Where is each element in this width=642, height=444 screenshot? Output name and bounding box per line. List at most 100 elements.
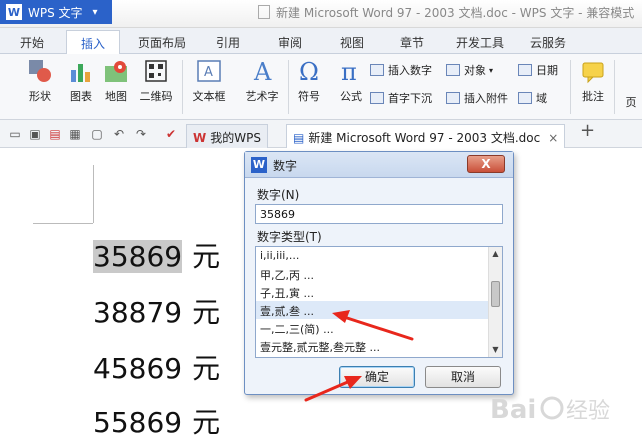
- field-label: 域: [536, 92, 547, 105]
- ok-button[interactable]: 确定: [339, 366, 415, 388]
- app-menu-button[interactable]: W WPS 文字 ▾: [0, 0, 112, 24]
- tab-start[interactable]: 开始: [20, 30, 44, 54]
- scroll-down-icon[interactable]: ▼: [489, 343, 502, 357]
- selected-number[interactable]: 35869: [93, 240, 183, 273]
- ribbon-divider: [182, 60, 183, 114]
- chevron-down-icon: ▾: [92, 6, 98, 18]
- tab-insert[interactable]: 插入: [66, 30, 120, 54]
- margin-marker: [93, 165, 94, 223]
- date-label: 日期: [536, 64, 558, 77]
- svg-text:A: A: [253, 58, 272, 84]
- textbox-button[interactable]: A 文本框: [186, 58, 232, 104]
- ribbon-divider: [614, 60, 615, 114]
- shapes-icon: [29, 60, 51, 82]
- list-item-selected[interactable]: 壹,贰,叁 ...: [256, 301, 488, 319]
- list-item[interactable]: i,ii,iii,...: [256, 247, 488, 265]
- tab-review[interactable]: 审阅: [278, 30, 302, 54]
- qrcode-icon: [145, 60, 167, 82]
- menu-tabs: 开始 插入 页面布局 引用 审阅 视图 章节 开发工具 云服务: [0, 28, 642, 54]
- comment-button[interactable]: 批注: [576, 58, 610, 104]
- object-button[interactable]: 对象 ▾: [446, 62, 493, 78]
- insert-number-label: 插入数字: [388, 64, 432, 77]
- tab-view[interactable]: 视图: [340, 30, 364, 54]
- comment-icon: [582, 62, 604, 84]
- wordart-button[interactable]: A 艺术字: [240, 58, 284, 104]
- insert-attachment-button[interactable]: 插入附件: [446, 90, 508, 106]
- field-button[interactable]: 域: [518, 90, 547, 106]
- number-label: 数字(N): [257, 188, 300, 202]
- list-item[interactable]: 甲,乙,丙 ...: [256, 265, 488, 283]
- qrcode-button[interactable]: 二维码: [136, 58, 176, 104]
- ribbon-divider: [570, 60, 571, 114]
- scroll-thumb[interactable]: [491, 281, 500, 307]
- tab-document[interactable]: ▤ 新建 Microsoft Word 97 - 2003 文档.doc ×: [286, 124, 566, 148]
- tab-references[interactable]: 引用: [216, 30, 240, 54]
- date-button[interactable]: 日期: [518, 62, 558, 78]
- tab-document-label: 新建 Microsoft Word 97 - 2003 文档.doc: [308, 131, 541, 145]
- map-icon: [105, 61, 127, 82]
- tab-my-wps[interactable]: W 我的WPS: [186, 124, 268, 148]
- svg-text:Bai: Bai: [490, 395, 536, 425]
- tab-page-layout[interactable]: 页面布局: [138, 30, 186, 54]
- customize-icon[interactable]: ✔: [164, 127, 178, 141]
- document-line[interactable]: 45869 元: [93, 347, 220, 387]
- number-icon: [370, 64, 384, 76]
- list-item[interactable]: 壹元整,贰元整,叁元整 ...: [256, 337, 488, 355]
- number-type-list[interactable]: i,ii,iii,... 甲,乙,丙 ... 子,丑,寅 ... 壹,贰,叁 .…: [255, 246, 503, 358]
- document-line[interactable]: 38879 元: [93, 291, 220, 331]
- equation-button[interactable]: π 公式: [334, 58, 368, 104]
- margin-marker: [33, 223, 93, 224]
- number-text: 55869: [93, 406, 183, 439]
- add-tab-icon[interactable]: +: [580, 122, 595, 140]
- redo-icon[interactable]: ↷: [134, 127, 148, 141]
- close-icon[interactable]: ×: [548, 131, 558, 145]
- open-folder-icon[interactable]: ▭: [8, 127, 22, 141]
- list-item[interactable]: 子,丑,寅 ...: [256, 283, 488, 301]
- ribbon: 形状 图表 地图 二维码 A 文本框 A 艺术字 Ω 符号 π 公式 插入数字 …: [0, 54, 642, 120]
- shapes-button[interactable]: 形状: [22, 58, 58, 104]
- unit-text: 元: [192, 352, 221, 385]
- pdf-icon[interactable]: ▤: [48, 127, 62, 141]
- tab-section[interactable]: 章节: [400, 30, 424, 54]
- drop-cap-icon: [370, 92, 384, 104]
- chevron-down-icon: ▾: [489, 65, 494, 75]
- tab-developer[interactable]: 开发工具: [456, 30, 504, 54]
- ribbon-divider: [288, 60, 289, 114]
- dialog-title-bar[interactable]: W 数字 X: [245, 152, 513, 178]
- comment-label: 批注: [582, 90, 604, 103]
- scroll-up-icon[interactable]: ▲: [489, 247, 502, 261]
- list-item[interactable]: 一,二,三(简) ...: [256, 319, 488, 337]
- symbol-button[interactable]: Ω 符号: [292, 58, 326, 104]
- number-input[interactable]: 35869: [255, 204, 503, 224]
- document-line[interactable]: 35869 元: [93, 235, 220, 275]
- save-icon[interactable]: ▣: [28, 127, 42, 141]
- insert-number-button[interactable]: 插入数字: [370, 62, 432, 78]
- print-preview-icon[interactable]: ▢: [90, 127, 104, 141]
- object-icon: [446, 64, 460, 76]
- textbox-label: 文本框: [192, 90, 226, 103]
- tab-cloud[interactable]: 云服务: [530, 30, 566, 54]
- list-scrollbar[interactable]: ▲ ▼: [488, 247, 502, 357]
- pi-icon: π: [341, 58, 357, 84]
- document-line[interactable]: 55869 元: [93, 401, 220, 441]
- map-button[interactable]: 地图: [100, 58, 132, 104]
- map-label: 地图: [105, 90, 127, 103]
- wps-logo-icon: W: [251, 157, 267, 173]
- calendar-icon: [518, 64, 532, 76]
- svg-text:经验: 经验: [566, 399, 610, 424]
- cancel-button[interactable]: 取消: [425, 366, 501, 388]
- svg-text:A: A: [204, 65, 213, 80]
- undo-icon[interactable]: ↶: [112, 127, 126, 141]
- symbol-label: 符号: [298, 90, 320, 103]
- close-button[interactable]: X: [467, 155, 505, 173]
- wps-logo-icon: W: [6, 4, 22, 20]
- attachment-icon: [446, 92, 460, 104]
- document-icon: ▤: [293, 131, 305, 145]
- page-button[interactable]: 页: [620, 94, 642, 110]
- chart-button[interactable]: 图表: [64, 58, 98, 104]
- drop-cap-button[interactable]: 首字下沉: [370, 90, 432, 106]
- number-text: 38879: [93, 296, 183, 329]
- svg-text:Ω: Ω: [299, 58, 319, 84]
- window-title: 新建 Microsoft Word 97 - 2003 文档.doc - WPS…: [258, 4, 634, 21]
- print-icon[interactable]: ▦: [68, 127, 82, 141]
